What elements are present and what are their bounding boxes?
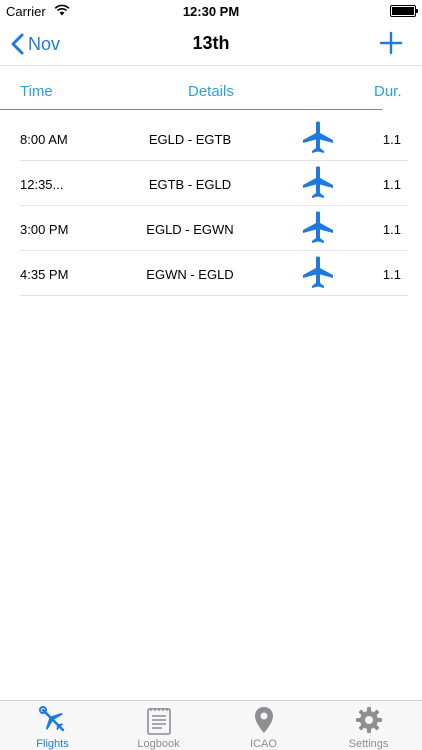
flight-time: 4:35 PM bbox=[20, 267, 69, 282]
tab-icao-label: ICAO bbox=[250, 738, 277, 750]
status-time: 12:30 PM bbox=[182, 4, 240, 19]
flight-duration: 1.1 bbox=[382, 177, 401, 192]
airplane-icon bbox=[303, 166, 333, 198]
add-flight-button[interactable] bbox=[378, 30, 404, 56]
battery-icon bbox=[390, 5, 418, 17]
tab-settings-label: Settings bbox=[348, 738, 389, 750]
status-bar: Carrier 12:30 PM bbox=[0, 0, 422, 22]
flight-list: 8:00 AM EGLD - EGTB 1.1 12:35... EGTB - … bbox=[0, 116, 422, 296]
flight-duration: 1.1 bbox=[382, 222, 401, 237]
navigation-bar: Nov 13th bbox=[0, 22, 422, 66]
tab-flights-label: Flights bbox=[36, 738, 69, 750]
tab-logbook[interactable]: Logbook bbox=[106, 701, 211, 750]
airplane-icon bbox=[303, 121, 333, 153]
tab-icao[interactable]: ICAO bbox=[211, 701, 316, 750]
page-title: 13th bbox=[192, 33, 230, 53]
location-pin-icon bbox=[255, 707, 273, 733]
flight-duration: 1.1 bbox=[382, 267, 401, 282]
airplane-icon bbox=[303, 256, 333, 288]
tab-bar: Flights Logbook ICAO Settings bbox=[0, 700, 422, 750]
flight-time: 8:00 AM bbox=[20, 132, 68, 147]
flight-row[interactable]: 3:00 PM EGLD - EGWN 1.1 bbox=[20, 206, 408, 251]
column-time[interactable]: Time bbox=[20, 83, 53, 100]
flight-row[interactable]: 4:35 PM EGWN - EGLD 1.1 bbox=[20, 251, 408, 296]
tab-flights[interactable]: Flights bbox=[0, 701, 105, 750]
flight-row[interactable]: 8:00 AM EGLD - EGTB 1.1 bbox=[20, 116, 408, 161]
airplane-icon bbox=[303, 211, 333, 243]
flight-duration: 1.1 bbox=[382, 132, 401, 147]
column-details[interactable]: Details bbox=[188, 83, 234, 100]
column-duration[interactable]: Dur. bbox=[374, 83, 402, 100]
column-header: Time Details Dur. bbox=[0, 66, 422, 110]
gear-icon bbox=[356, 707, 382, 733]
tab-settings[interactable]: Settings bbox=[316, 701, 421, 750]
flight-route: EGLD - EGWN bbox=[146, 222, 234, 237]
flight-time: 3:00 PM bbox=[20, 222, 69, 237]
header-divider bbox=[0, 109, 382, 110]
flight-time: 12:35... bbox=[20, 177, 64, 192]
flight-route: EGLD - EGTB bbox=[148, 132, 232, 147]
flight-row[interactable]: 12:35... EGTB - EGLD 1.1 bbox=[20, 161, 408, 206]
flight-route: EGTB - EGLD bbox=[148, 177, 232, 192]
logbook-icon bbox=[147, 708, 171, 735]
tab-logbook-label: Logbook bbox=[137, 738, 180, 750]
airplane-wrench-icon bbox=[39, 706, 65, 732]
flight-route: EGWN - EGLD bbox=[146, 267, 234, 282]
